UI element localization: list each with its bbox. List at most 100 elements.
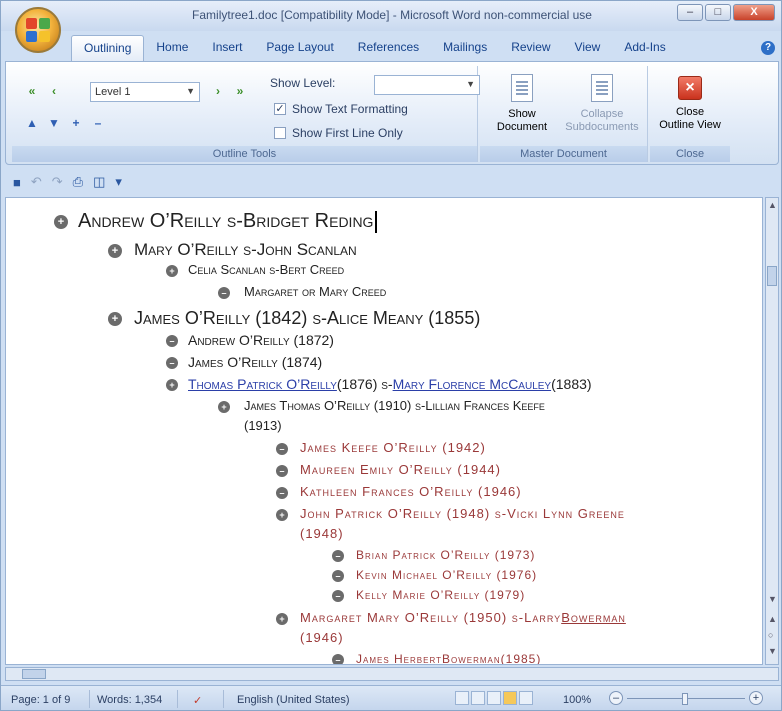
outline-item[interactable]: (1913) — [244, 418, 282, 433]
word-count[interactable]: Words: 1,354 — [97, 694, 162, 706]
outline-item[interactable]: Margaret Mary O’Reilly (1950) s-Larry Bo… — [276, 610, 626, 625]
outline-item[interactable]: Maureen Emily O’Reilly (1944) — [276, 462, 501, 477]
leaf-bullet-icon[interactable] — [332, 550, 344, 562]
show-first-line-only-option[interactable]: Show First Line Only — [274, 126, 403, 140]
outline-item[interactable]: John Patrick O’Reilly (1948) s-Vicki Lyn… — [276, 506, 625, 521]
tab-home[interactable]: Home — [144, 35, 200, 61]
outline-item[interactable]: Andrew O’Reilly (1872) — [166, 332, 334, 348]
tab-mailings[interactable]: Mailings — [431, 35, 499, 61]
previous-page-icon[interactable]: ▲ — [768, 614, 777, 624]
zoom-out-icon[interactable]: – — [609, 691, 623, 705]
page-indicator[interactable]: Page: 1 of 9 — [11, 694, 70, 706]
expand-bullet-icon[interactable] — [108, 244, 122, 258]
horizontal-scrollbar[interactable] — [5, 667, 779, 681]
outline-item[interactable]: Thomas Patrick O’Reilly (1876) s-Mary Fl… — [166, 376, 592, 392]
collapse-subdocuments-button[interactable]: Collapse Subdocuments — [564, 70, 640, 134]
full-screen-reading-view-icon[interactable] — [471, 691, 485, 705]
outline-item[interactable]: Mary O’Reilly s-John Scanlan — [108, 240, 357, 260]
next-page-icon[interactable]: ▼ — [768, 646, 777, 656]
save-icon[interactable]: ■ — [13, 175, 21, 190]
tab-page-layout[interactable]: Page Layout — [254, 35, 345, 61]
outline-item[interactable]: (1946) — [300, 630, 344, 645]
expand-icon[interactable]: + — [66, 114, 86, 132]
proofing-icon[interactable]: ✓ — [193, 694, 202, 707]
promote-to-heading1-icon[interactable]: « — [22, 82, 42, 100]
tab-insert[interactable]: Insert — [200, 35, 254, 61]
language-indicator[interactable]: English (United States) — [237, 694, 350, 706]
outline-item[interactable]: James O’Reilly (1874) — [166, 354, 322, 370]
hyperlink[interactable]: Thomas Patrick O’Reilly — [188, 376, 337, 392]
quick-print-icon[interactable]: ⎙ — [73, 174, 83, 190]
zoom-in-icon[interactable]: + — [749, 691, 763, 705]
help-icon[interactable]: ? — [761, 41, 775, 55]
tab-add-ins[interactable]: Add-Ins — [612, 35, 677, 61]
leaf-bullet-icon[interactable] — [332, 590, 344, 602]
outline-view-icon[interactable] — [503, 691, 517, 705]
promote-icon[interactable]: ‹ — [44, 82, 64, 100]
leaf-bullet-icon[interactable] — [332, 570, 344, 582]
zoom-slider-thumb[interactable] — [682, 693, 688, 705]
tab-view[interactable]: View — [563, 35, 613, 61]
vertical-scroll-thumb[interactable] — [767, 266, 777, 286]
show-text-formatting-checkbox[interactable]: ✓ — [274, 103, 286, 115]
expand-bullet-icon[interactable] — [166, 265, 178, 277]
leaf-bullet-icon[interactable] — [166, 357, 178, 369]
leaf-bullet-icon[interactable] — [218, 287, 230, 299]
draft-view-icon[interactable] — [519, 691, 533, 705]
customize-toolbar-icon[interactable]: ▾ — [115, 174, 122, 190]
expand-bullet-icon[interactable] — [276, 509, 288, 521]
print-preview-icon[interactable]: ◫ — [93, 174, 105, 190]
outline-item[interactable]: Andrew O’Reilly s-Bridget Reding — [54, 210, 378, 233]
close-outline-view-button[interactable]: × Close Outline View — [652, 70, 728, 132]
leaf-bullet-icon[interactable] — [166, 335, 178, 347]
outline-item[interactable]: (1948) — [300, 526, 344, 541]
close-window-button[interactable]: X — [733, 4, 775, 21]
expand-bullet-icon[interactable] — [166, 379, 178, 391]
outline-item[interactable]: James Keefe O’Reilly (1942) — [276, 440, 486, 455]
tab-references[interactable]: References — [346, 35, 431, 61]
expand-bullet-icon[interactable] — [54, 215, 68, 229]
show-first-line-only-checkbox[interactable] — [274, 127, 286, 139]
show-text-formatting-option[interactable]: ✓ Show Text Formatting — [274, 102, 408, 116]
document-area[interactable]: Andrew O’Reilly s-Bridget Reding Mary O’R… — [5, 197, 763, 665]
show-document-button[interactable]: Show Document — [484, 70, 560, 134]
collapse-icon[interactable]: – — [88, 114, 108, 132]
outline-item[interactable]: Kathleen Frances O’Reilly (1946) — [276, 484, 522, 499]
expand-bullet-icon[interactable] — [108, 312, 122, 326]
outline-item[interactable]: Brian Patrick O’Reilly (1973) — [332, 548, 535, 562]
office-button[interactable] — [15, 7, 61, 53]
hyperlink[interactable]: Mary Florence McCauley — [393, 376, 552, 392]
outline-item[interactable]: James Thomas O’Reilly (1910) s-Lillian F… — [218, 398, 545, 413]
leaf-bullet-icon[interactable] — [276, 465, 288, 477]
move-down-icon[interactable]: ▼ — [44, 114, 64, 132]
expand-bullet-icon[interactable] — [218, 401, 230, 413]
web-layout-view-icon[interactable] — [487, 691, 501, 705]
move-up-icon[interactable]: ▲ — [22, 114, 42, 132]
outline-item[interactable]: James O’Reilly (1842) s-Alice Meany (185… — [108, 308, 480, 329]
select-browse-object-icon[interactable]: ○ — [768, 630, 773, 640]
vertical-scrollbar[interactable]: ▲ ▼ ▲ ○ ▼ — [765, 197, 779, 665]
show-level-select[interactable]: ▼ — [374, 75, 480, 95]
leaf-bullet-icon[interactable] — [276, 443, 288, 455]
scroll-up-icon[interactable]: ▲ — [768, 200, 777, 210]
expand-bullet-icon[interactable] — [276, 613, 288, 625]
outline-item[interactable]: Kevin Michael O’Reilly (1976) — [332, 568, 537, 582]
maximize-button[interactable]: □ — [705, 4, 731, 21]
print-layout-view-icon[interactable] — [455, 691, 469, 705]
leaf-bullet-icon[interactable] — [276, 487, 288, 499]
outline-item[interactable]: Celia Scanlan s-Bert Creed — [166, 262, 344, 277]
minimize-button[interactable]: – — [677, 4, 703, 21]
outline-item[interactable]: Kelly Marie O’Reilly (1979) — [332, 588, 525, 602]
redo-icon[interactable]: ↷ — [52, 174, 63, 190]
outline-level-select[interactable]: Level 1 ▼ — [90, 82, 200, 102]
demote-icon[interactable]: › — [208, 82, 228, 100]
outline-item[interactable]: James Herbert Bowerman (1985) — [332, 652, 541, 664]
horizontal-scroll-thumb[interactable] — [22, 669, 46, 679]
scroll-down-icon[interactable]: ▼ — [768, 594, 777, 604]
leaf-bullet-icon[interactable] — [332, 654, 344, 664]
tab-outlining[interactable]: Outlining — [71, 35, 145, 61]
undo-icon[interactable]: ↶ — [31, 174, 42, 190]
outline-item[interactable]: Margaret or Mary Creed — [218, 284, 386, 299]
demote-to-body-text-icon[interactable]: » — [230, 82, 250, 100]
tab-review[interactable]: Review — [499, 35, 562, 61]
